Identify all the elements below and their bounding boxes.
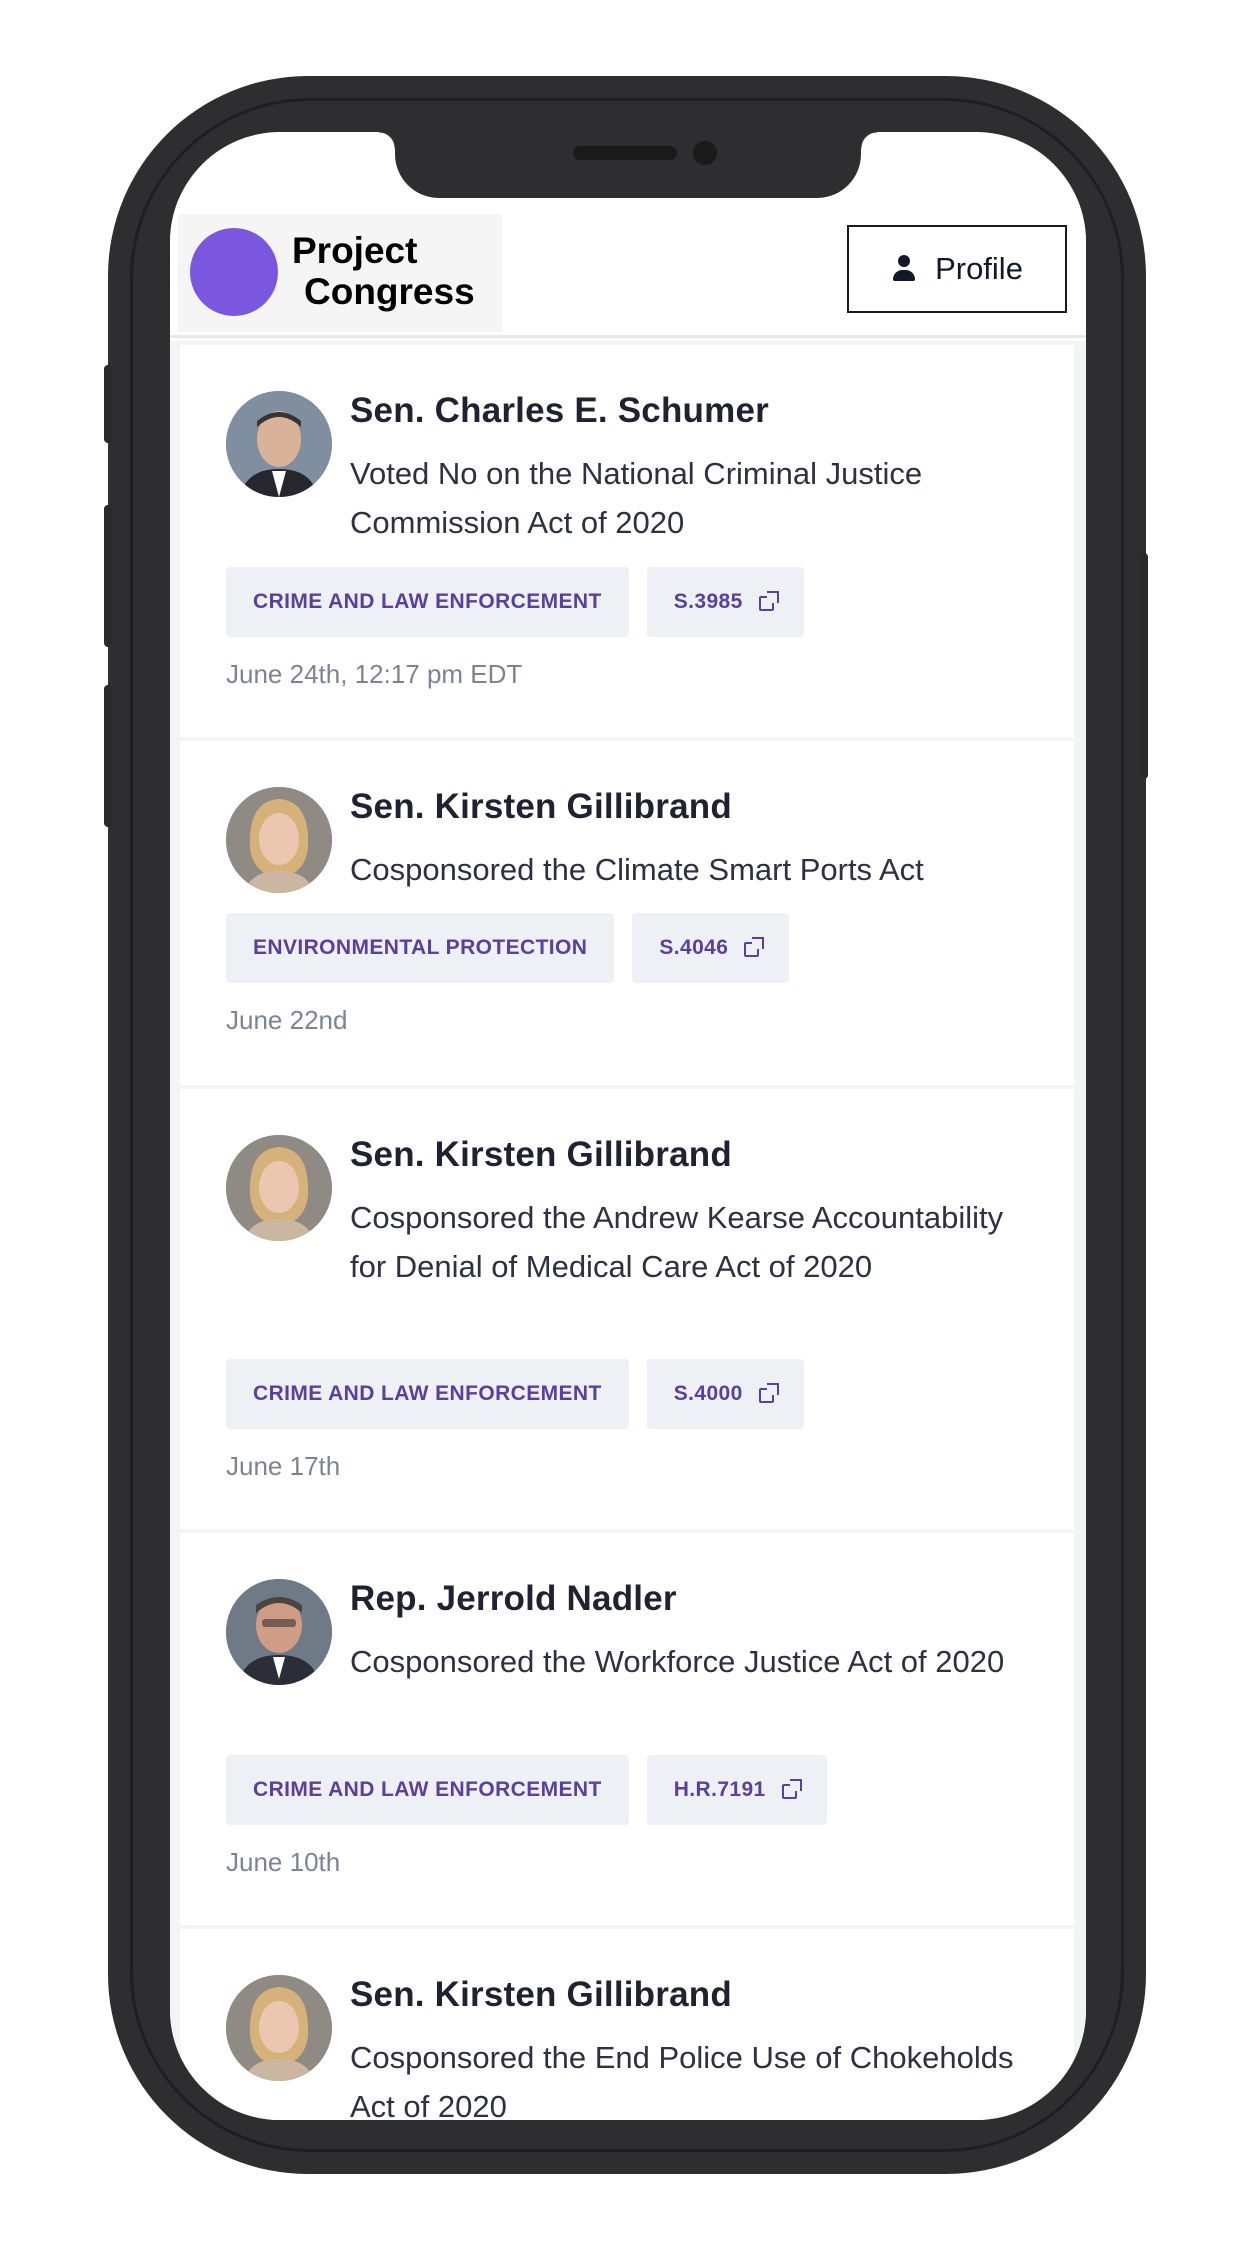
volume-down-button	[104, 685, 112, 827]
topic-tag[interactable]: CRIME AND LAW ENFORCEMENT	[226, 1359, 629, 1429]
tag-row: CRIME AND LAW ENFORCEMENT H.R.7191	[226, 1755, 827, 1825]
avatar	[226, 1975, 332, 2081]
feed-item: Sen. Charles E. Schumer Voted No on the …	[180, 345, 1074, 737]
feed-item: Sen. Kirsten Gillibrand Cosponsored the …	[180, 741, 1074, 1085]
external-link-icon	[758, 1383, 779, 1403]
screen: Project Congress Profile Sen. Charles E.…	[170, 132, 1086, 2120]
mute-switch	[104, 365, 112, 443]
front-camera	[693, 141, 717, 165]
profile-label: Profile	[935, 251, 1023, 286]
timestamp: June 10th	[226, 1847, 341, 1877]
topic-label: CRIME AND LAW ENFORCEMENT	[253, 1382, 602, 1405]
volume-up-button	[104, 505, 112, 647]
topic-label: CRIME AND LAW ENFORCEMENT	[253, 1778, 602, 1801]
logo-line-2: Congress	[304, 271, 475, 312]
avatar	[226, 787, 332, 893]
feed-item: Sen. Kirsten Gillibrand Cosponsored the …	[180, 1089, 1074, 1529]
power-button	[1140, 553, 1148, 779]
person-icon	[891, 255, 917, 283]
tag-row: CRIME AND LAW ENFORCEMENT S.3985	[226, 567, 804, 637]
member-name[interactable]: Sen. Charles E. Schumer	[350, 391, 769, 431]
tag-row: ENVIRONMENTAL PROTECTION S.4046	[226, 913, 790, 983]
topic-label: CRIME AND LAW ENFORCEMENT	[253, 590, 602, 613]
bill-link[interactable]: H.R.7191	[646, 1755, 827, 1825]
action-text: Cosponsored the Climate Smart Ports Act	[350, 852, 924, 887]
timestamp: June 17th	[226, 1451, 341, 1481]
avatar	[226, 1135, 332, 1241]
avatar	[226, 391, 332, 497]
bill-link[interactable]: S.3985	[646, 567, 804, 637]
bill-label: H.R.7191	[673, 1778, 766, 1801]
logo[interactable]: Project Congress	[178, 214, 502, 332]
external-link-icon	[781, 1779, 802, 1799]
external-link-icon	[744, 937, 765, 957]
member-name[interactable]: Sen. Kirsten Gillibrand	[350, 787, 732, 827]
logo-text: Project Congress	[292, 230, 475, 312]
avatar	[226, 1579, 332, 1685]
topic-tag[interactable]: ENVIRONMENTAL PROTECTION	[226, 913, 615, 983]
feed-item: Rep. Jerrold Nadler Cosponsored the Work…	[180, 1533, 1074, 1925]
logo-line-1: Project	[292, 230, 418, 271]
action-text: Voted No on the National Criminal Justic…	[350, 456, 923, 540]
profile-button[interactable]: Profile	[847, 225, 1067, 313]
timestamp: June 24th, 12:17 pm EDT	[226, 659, 523, 689]
feed-item: Sen. Kirsten Gillibrand Cosponsored the …	[180, 1929, 1074, 2120]
member-name[interactable]: Rep. Jerrold Nadler	[350, 1579, 677, 1619]
action-text: Cosponsored the Andrew Kearse Accountabi…	[350, 1200, 1004, 1284]
topic-tag[interactable]: CRIME AND LAW ENFORCEMENT	[226, 567, 629, 637]
topic-label: ENVIRONMENTAL PROTECTION	[253, 936, 588, 959]
action-text: Cosponsored the Workforce Justice Act of…	[350, 1644, 1005, 1679]
external-link-icon	[758, 591, 779, 611]
member-name[interactable]: Sen. Kirsten Gillibrand	[350, 1135, 732, 1175]
topic-tag[interactable]: CRIME AND LAW ENFORCEMENT	[226, 1755, 629, 1825]
bill-link[interactable]: S.4000	[646, 1359, 804, 1429]
bill-label: S.4046	[659, 936, 729, 959]
logo-circle-icon	[190, 228, 278, 316]
timestamp: June 22nd	[226, 1005, 348, 1035]
speaker-grille	[573, 146, 677, 160]
notch	[379, 132, 877, 198]
tag-row: CRIME AND LAW ENFORCEMENT S.4000	[226, 1359, 804, 1429]
bill-label: S.4000	[673, 1382, 743, 1405]
bill-label: S.3985	[673, 590, 743, 613]
action-text: Cosponsored the End Police Use of Chokeh…	[350, 2040, 1014, 2120]
bill-link[interactable]: S.4046	[632, 913, 790, 983]
member-name[interactable]: Sen. Kirsten Gillibrand	[350, 1975, 732, 2015]
activity-feed: Sen. Charles E. Schumer Voted No on the …	[170, 341, 1086, 2120]
